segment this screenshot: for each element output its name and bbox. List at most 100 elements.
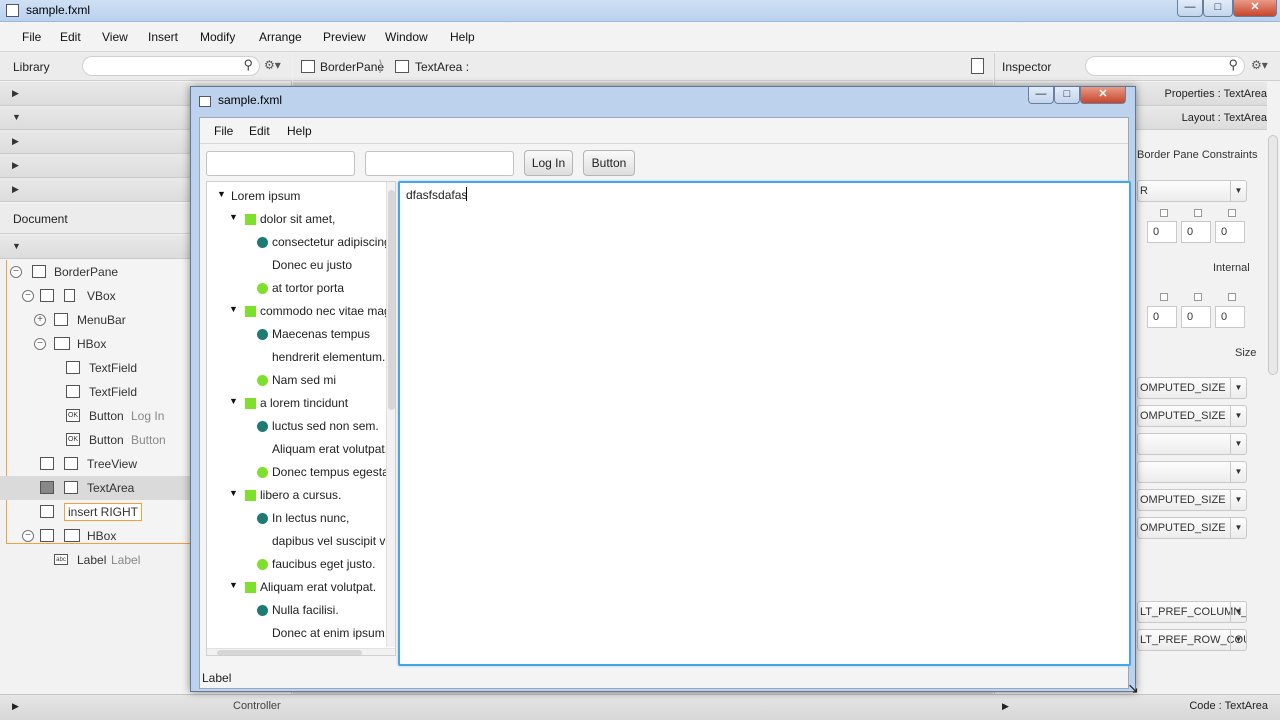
disclosure-arrow-icon[interactable]: ▼ [229, 396, 238, 406]
library-section-5[interactable]: ▶ [0, 178, 190, 202]
tree-item[interactable]: Donec tempus egestas [207, 462, 395, 485]
tree-item[interactable]: Nulla facilisi. [207, 600, 385, 623]
doc-item-textfield[interactable]: TextField [0, 356, 190, 380]
tree-item[interactable]: Donec eu justo [207, 255, 385, 278]
disclosure-arrow-icon[interactable]: ▼ [229, 304, 238, 314]
gear-icon[interactable]: ⚙▾ [264, 58, 281, 72]
pref-column-combo[interactable]: LT_PREF_COLUMN_ ▼ [1137, 601, 1247, 623]
hierarchy-section[interactable]: ▼ [0, 235, 190, 259]
doc-item-textfield[interactable]: TextField [0, 380, 190, 404]
library-section-2[interactable]: ▼ [0, 106, 190, 130]
padding-link-checkbox[interactable] [1194, 293, 1202, 301]
minimize-button[interactable]: — [1177, 0, 1203, 17]
tree-hscrollbar[interactable] [207, 648, 395, 655]
menu-file[interactable]: File [214, 124, 233, 138]
scroll-thumb[interactable] [388, 190, 395, 410]
collapse-icon[interactable]: − [22, 530, 34, 542]
doc-item-insert-right[interactable]: insert RIGHT [0, 500, 190, 524]
inspector-search-input[interactable]: ⚲ [1085, 56, 1245, 76]
tree-item[interactable]: luctus sed non sem. [207, 416, 385, 439]
tree-vscrollbar[interactable] [386, 182, 395, 647]
login-button[interactable]: Log In [524, 150, 573, 176]
margin-field[interactable]: 0 [1147, 221, 1177, 243]
padding-field[interactable]: 0 [1147, 306, 1177, 328]
doc-item-menubar[interactable]: + MenuBar [0, 308, 190, 332]
close-button[interactable]: ✕ [1233, 0, 1277, 17]
expand-arrow-icon[interactable]: ▶ [12, 701, 19, 712]
tree-item[interactable]: ▼ libero a cursus. [207, 485, 385, 508]
disclosure-arrow-icon[interactable]: ▼ [229, 212, 238, 222]
margin-link-checkbox[interactable] [1228, 209, 1236, 217]
menu-window[interactable]: Window [385, 30, 428, 44]
collapse-icon[interactable]: − [22, 290, 34, 302]
menu-help[interactable]: Help [287, 124, 312, 138]
tree-view[interactable]: sed facilisisDonec at enim ipsum,Nulla f… [206, 181, 396, 656]
scroll-thumb[interactable] [217, 650, 362, 655]
expand-icon[interactable]: + [34, 314, 46, 326]
min-width-combo[interactable]: OMPUTED_SIZE ▼ [1137, 377, 1247, 399]
doc-item-label[interactable]: abc Label Label [0, 548, 190, 572]
padding-field[interactable]: 0 [1215, 306, 1245, 328]
doc-item-textarea-selected[interactable]: TextArea [0, 476, 190, 500]
padding-field[interactable]: 0 [1181, 306, 1211, 328]
disclosure-arrow-icon[interactable]: ▼ [229, 580, 238, 590]
close-button[interactable]: ✕ [1080, 87, 1126, 104]
min-height-combo[interactable]: OMPUTED_SIZE ▼ [1137, 405, 1247, 427]
generic-button[interactable]: Button [583, 150, 635, 176]
password-field[interactable] [365, 151, 514, 176]
library-search-input[interactable]: ⚲ [82, 56, 260, 76]
tree-item[interactable]: ▼ Lorem ipsum [207, 186, 385, 209]
pref-row-combo[interactable]: LT_PREF_ROW_COU ▼ [1137, 629, 1247, 651]
breadcrumb-item[interactable]: BorderPane [320, 60, 384, 74]
tree-item[interactable]: hendrerit elementum. [207, 347, 385, 370]
menu-edit[interactable]: Edit [249, 124, 270, 138]
tree-item[interactable]: ▼ Aliquam erat volutpat. [207, 577, 385, 600]
inspector-scrollbar[interactable] [1268, 135, 1278, 375]
doc-item-borderpane[interactable]: − BorderPane [0, 260, 190, 284]
tree-item[interactable]: ▼ a lorem tincidunt [207, 393, 385, 416]
tree-item[interactable]: Maecenas tempus [207, 324, 385, 347]
collapse-icon[interactable]: − [10, 266, 22, 278]
library-section-4[interactable]: ▶ [0, 154, 190, 178]
max-height-combo[interactable]: OMPUTED_SIZE ▼ [1137, 517, 1247, 539]
max-width-combo[interactable]: OMPUTED_SIZE ▼ [1137, 489, 1247, 511]
padding-link-checkbox[interactable] [1160, 293, 1168, 301]
tree-item[interactable]: faucibus eget justo. [207, 554, 385, 577]
pref-height-combo[interactable]: ▼ [1137, 461, 1247, 483]
library-section-1[interactable]: ▶ [0, 82, 190, 106]
menu-view[interactable]: View [102, 30, 128, 44]
expand-arrow-icon[interactable]: ▶ [1002, 701, 1009, 712]
margin-link-checkbox[interactable] [1194, 209, 1202, 217]
document-icon[interactable] [971, 58, 984, 74]
pref-width-combo[interactable]: ▼ [1137, 433, 1247, 455]
tree-item[interactable]: In lectus nunc, [207, 508, 385, 531]
menu-file[interactable]: File [22, 30, 41, 44]
controller-label[interactable]: Controller [233, 700, 281, 712]
doc-item-hbox[interactable]: − HBox [0, 332, 190, 356]
doc-item-vbox[interactable]: − VBox [0, 284, 190, 308]
gear-icon[interactable]: ⚙▾ [1251, 58, 1268, 72]
tree-item[interactable]: dapibus vel suscipit vel [207, 531, 395, 554]
menu-preview[interactable]: Preview [323, 30, 366, 44]
tree-item[interactable]: Nam sed mi [207, 370, 385, 393]
username-field[interactable] [206, 151, 355, 176]
menu-insert[interactable]: Insert [148, 30, 178, 44]
tree-item[interactable]: Aliquam erat volutpat. [207, 439, 388, 462]
tree-item[interactable]: at tortor porta [207, 278, 385, 301]
menu-edit[interactable]: Edit [60, 30, 81, 44]
padding-link-checkbox[interactable] [1228, 293, 1236, 301]
library-section-3[interactable]: ▶ [0, 130, 190, 154]
tree-item[interactable]: consectetur adipiscing [207, 232, 391, 255]
code-label[interactable]: Code : TextArea [1189, 700, 1268, 712]
tree-item[interactable]: ▼ dolor sit amet, [207, 209, 385, 232]
menu-modify[interactable]: Modify [200, 30, 235, 44]
alignment-combo[interactable]: R ▼ [1137, 180, 1247, 202]
doc-item-button[interactable]: OK Button Button [0, 428, 190, 452]
doc-item-button-login[interactable]: OK Button Log In [0, 404, 190, 428]
disclosure-arrow-icon[interactable]: ▼ [229, 488, 238, 498]
disclosure-arrow-icon[interactable]: ▼ [217, 189, 226, 199]
tree-item[interactable]: ▼ commodo nec vitae magi [207, 301, 393, 324]
breadcrumb-item[interactable]: TextArea : [415, 60, 469, 74]
tree-item[interactable]: Donec at enim ipsum, [207, 623, 388, 646]
minimize-button[interactable]: — [1028, 87, 1054, 104]
